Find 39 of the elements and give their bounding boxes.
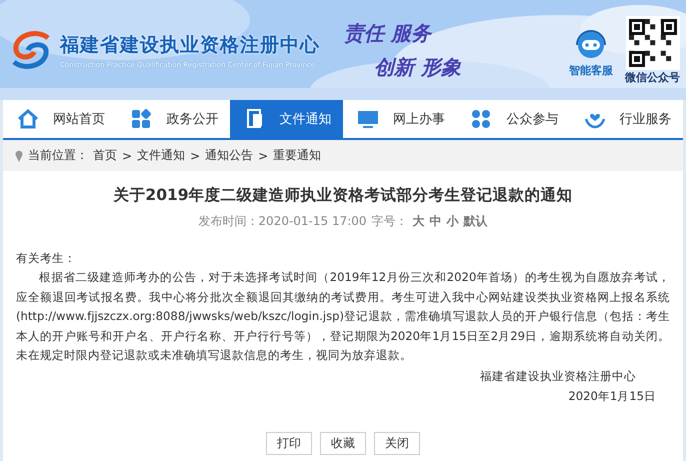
breadcrumb-link[interactable]: 文件通知 xyxy=(137,147,186,164)
article-title: 关于2019年度二级建造师执业资格考试部分考生登记退款的通知 xyxy=(112,185,574,205)
action-button[interactable]: 关闭 xyxy=(374,432,420,456)
font-size-option[interactable]: 大 xyxy=(412,213,425,230)
font-size-option[interactable]: 默认 xyxy=(464,213,488,230)
slogan: 创新 形象 xyxy=(374,54,461,81)
font-size-option[interactable]: 小 xyxy=(446,213,459,230)
grid-icon xyxy=(130,108,152,130)
breadcrumb-separator: > xyxy=(190,148,200,162)
location-pin-icon xyxy=(15,150,23,162)
salutation: 有关考生： xyxy=(16,250,77,267)
breadcrumb-link[interactable]: 重要通知 xyxy=(273,147,322,164)
publish-time: 发布时间：2020-01-15 17:00 xyxy=(198,213,367,230)
slogan: 责任 服务 xyxy=(344,20,434,47)
home-icon xyxy=(17,108,39,130)
breadcrumb-label: 当前位置： xyxy=(28,147,88,164)
wechat-label: 微信公众号 xyxy=(625,70,680,84)
breadcrumb-link[interactable]: 首页 xyxy=(93,147,117,164)
breadcrumb-separator: > xyxy=(122,148,132,162)
font-size-label: 字号： xyxy=(372,213,408,230)
signature: 福建省建设执业资格注册中心 xyxy=(479,368,637,386)
breadcrumb-separator: > xyxy=(258,148,268,162)
nav-tab[interactable]: 网站首页 xyxy=(3,100,116,138)
font-size-option[interactable]: 中 xyxy=(430,213,442,230)
action-button[interactable]: 打印 xyxy=(266,432,312,456)
service-link[interactable]: 智能客服 xyxy=(569,62,613,78)
nav-tab[interactable]: 网上办事 xyxy=(342,100,456,138)
nav-tab[interactable]: 政务公开 xyxy=(116,100,230,138)
nav-tab[interactable]: 文件通知 xyxy=(230,100,343,138)
site-title: 福建省建设执业资格注册中心 xyxy=(60,32,320,58)
nav-tab[interactable]: 行业服务 xyxy=(570,100,683,138)
breadcrumb-link[interactable]: 通知公告 xyxy=(205,147,254,164)
qr-code-icon xyxy=(626,16,680,70)
nav-tab[interactable]: 公众参与 xyxy=(456,100,570,138)
dots-icon xyxy=(470,108,492,130)
action-button[interactable]: 收藏 xyxy=(320,432,366,456)
article-paragraph: 根据省二级建造师考办的公告，对于未选择考试时间（2019年12月份三次和2020年首场）的考生视为自愿放弃考试，应全额退回考试报名费。我中心将分批次全额退回其缴纳的考试费用。考生可进入我中心网站建设类执业资格网上报名系统(http://www.fjjszczx.org:8088/jwwsks/web/kszc/login.jsp)登记退款，需准确填写退款人员的开户银行信息（包括：考生本人的开户账号和开户名、开户行名称、开户行行号等），登记期限为2020年1月15日至2月29日，逾期系统将自动关闭。未在规定时限内登记退款或未准确填写退款信息的考生，视同为放弃退款。 xyxy=(16,269,670,364)
article-date: 2020年1月15日 xyxy=(567,388,657,405)
monitor-icon xyxy=(356,108,379,130)
